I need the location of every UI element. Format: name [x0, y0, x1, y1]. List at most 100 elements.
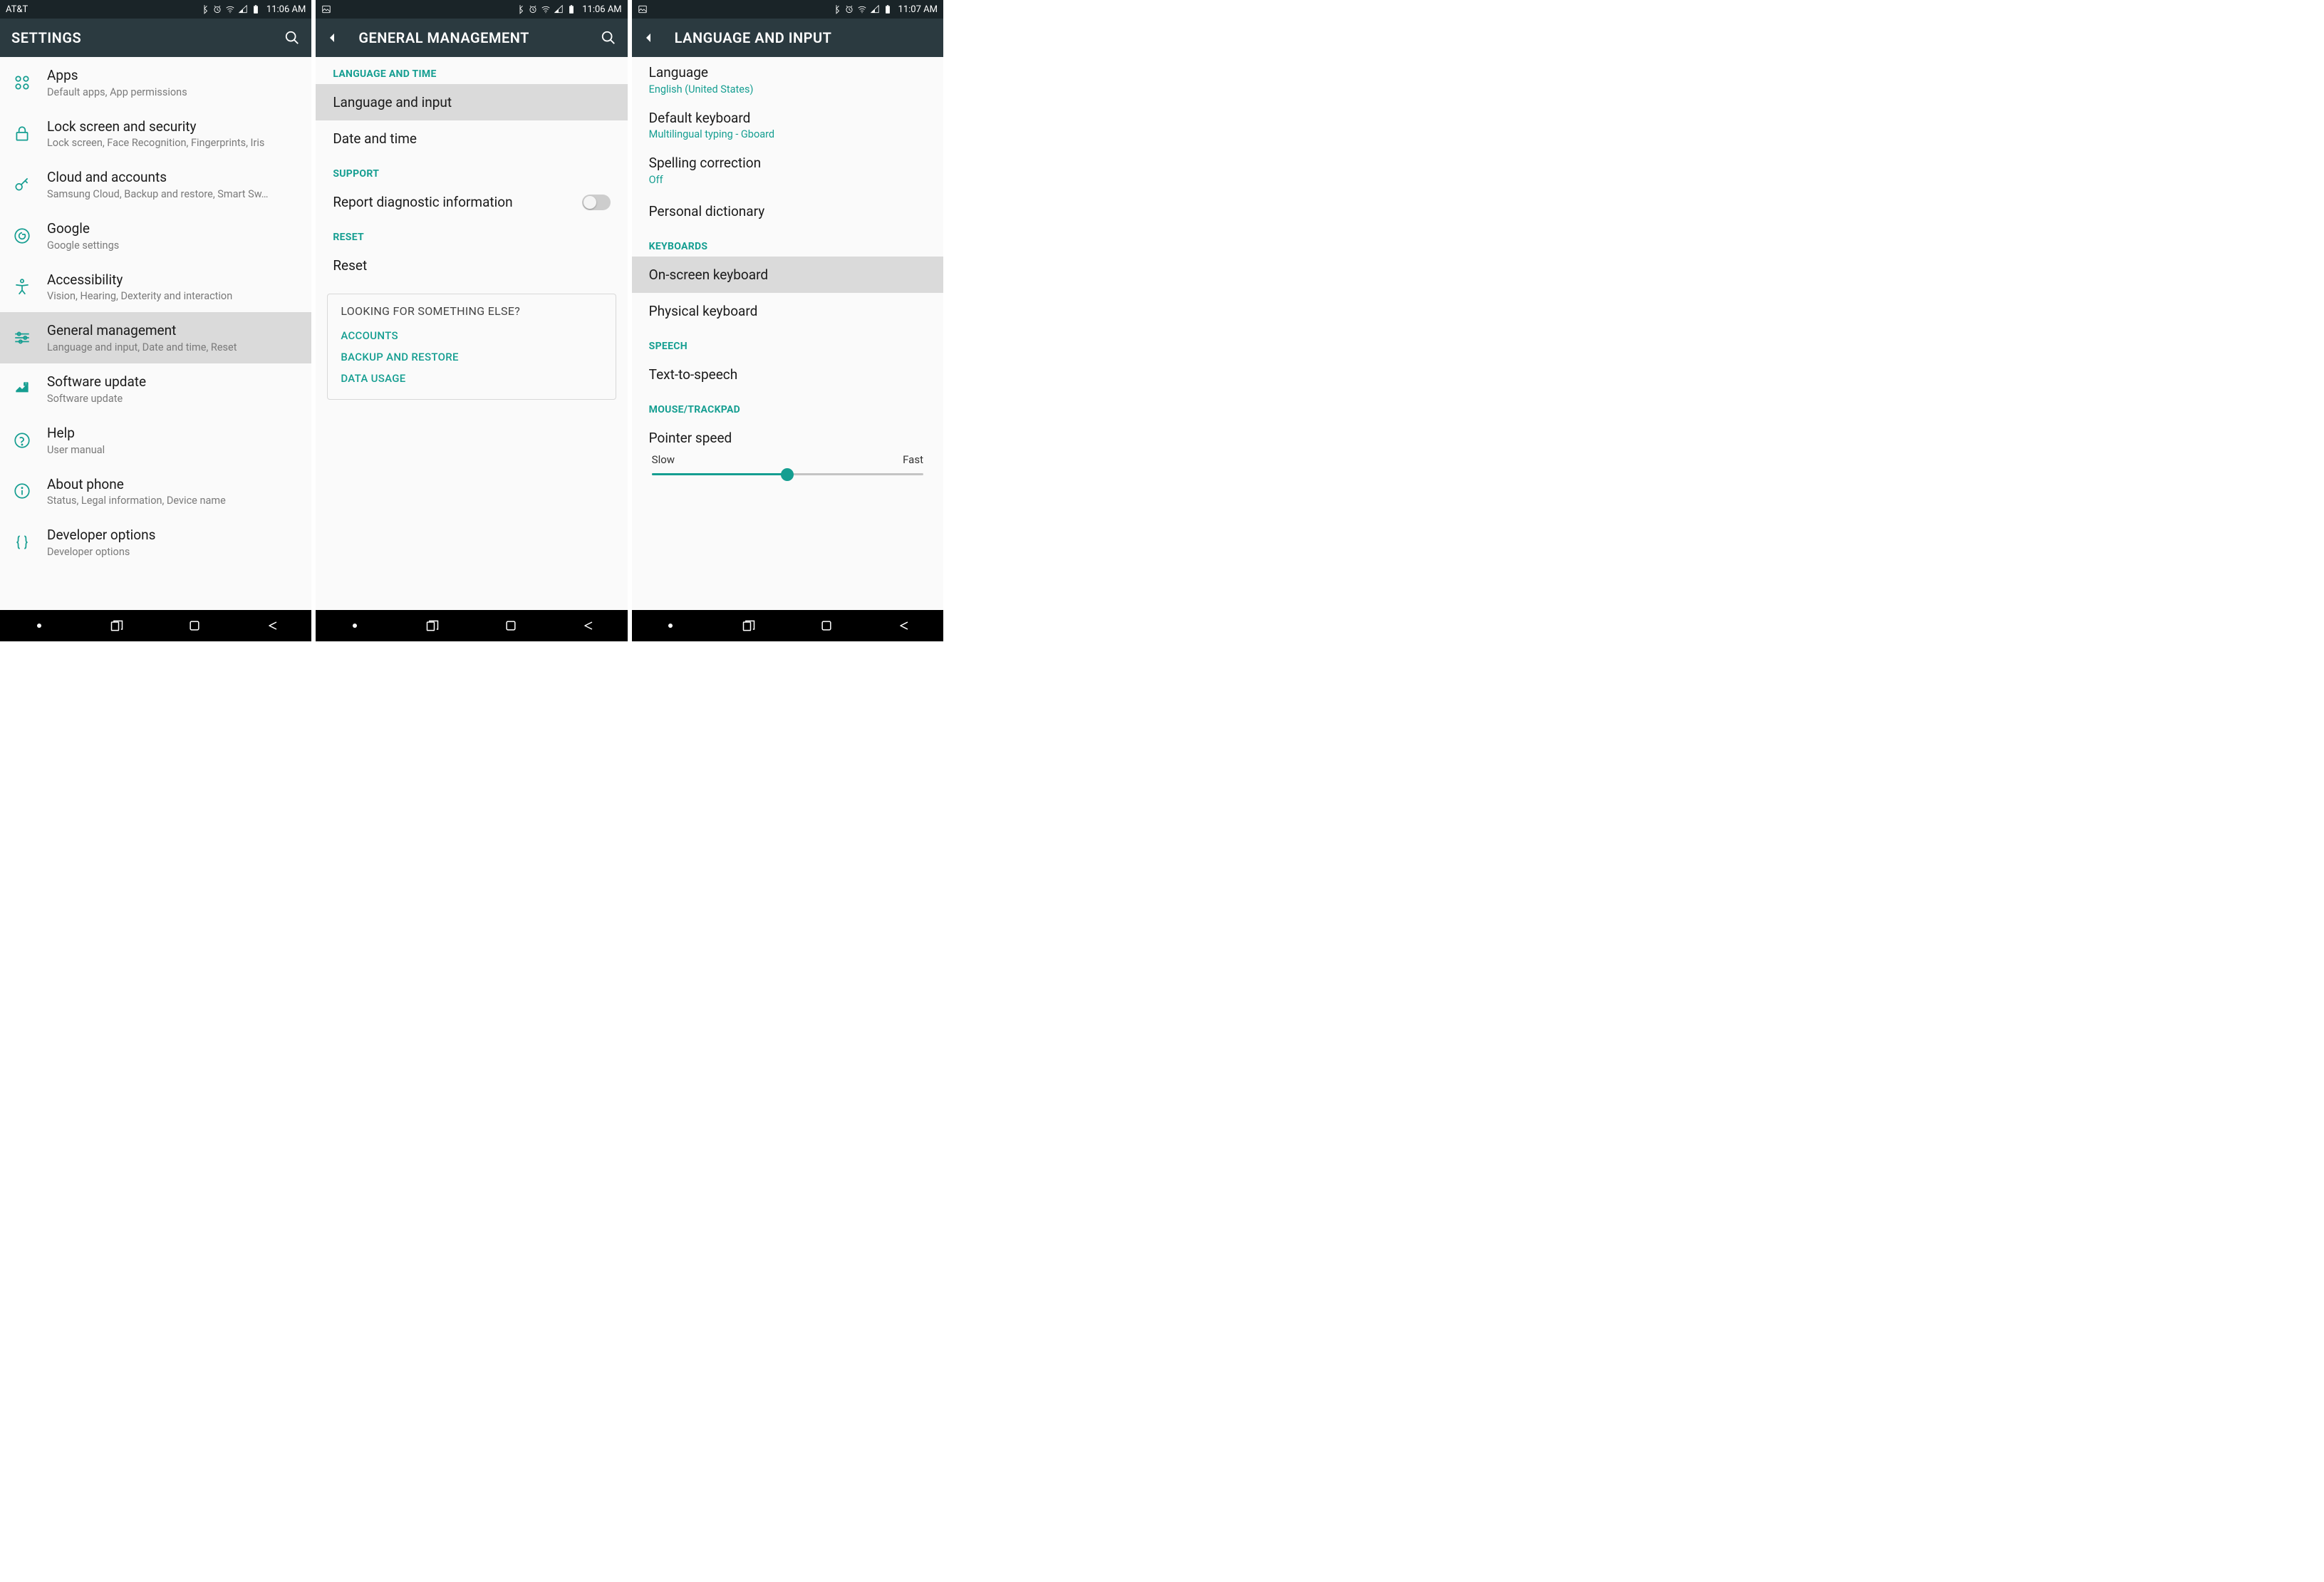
- row-text-to-speech[interactable]: Text-to-speech: [632, 356, 943, 393]
- item-title: General management: [47, 322, 299, 340]
- info-icon: [13, 482, 31, 500]
- battery-icon: [566, 4, 576, 14]
- row-pointer-speed: Pointer speed: [632, 420, 943, 449]
- nav-recents[interactable]: [78, 610, 155, 641]
- pointer-speed-slider[interactable]: [652, 473, 923, 475]
- settings-list: Apps Default apps, App permissions Lock …: [0, 57, 311, 610]
- item-subtitle: User manual: [47, 444, 299, 456]
- status-bar: 11:07 AM: [632, 0, 943, 19]
- section-language-time: LANGUAGE AND TIME: [316, 57, 627, 84]
- item-subtitle: Google settings: [47, 239, 299, 252]
- settings-item-google[interactable]: Google Google settings: [0, 210, 311, 262]
- settings-item-cloud-accounts[interactable]: Cloud and accounts Samsung Cloud, Backup…: [0, 159, 311, 210]
- settings-item-help[interactable]: Help User manual: [0, 415, 311, 466]
- carrier-label: AT&T: [6, 4, 28, 15]
- row-reset[interactable]: Reset: [316, 247, 627, 284]
- phone-language-input: 11:07 AM LANGUAGE AND INPUT Language Eng…: [632, 0, 943, 641]
- nav-menu[interactable]: [316, 610, 393, 641]
- page-title: LANGUAGE AND INPUT: [675, 29, 932, 46]
- nav-back[interactable]: [234, 610, 311, 641]
- item-title: Software update: [47, 373, 299, 391]
- alarm-icon: [212, 4, 222, 14]
- section-speech: SPEECH: [632, 329, 943, 356]
- diagnostic-toggle[interactable]: [582, 195, 611, 210]
- nav-recents[interactable]: [394, 610, 472, 641]
- sliders-icon: [13, 329, 31, 347]
- status-bar: 11:06 AM: [316, 0, 627, 19]
- nav-home[interactable]: [787, 610, 865, 641]
- link-backup-restore[interactable]: BACKUP AND RESTORE: [341, 346, 602, 368]
- accessibility-icon: [13, 278, 31, 296]
- settings-item-software-update[interactable]: ! Software update Software update: [0, 363, 311, 415]
- key-icon: [13, 175, 31, 194]
- item-title: Apps: [47, 67, 299, 85]
- item-title: Google: [47, 220, 299, 238]
- settings-item-accessibility[interactable]: Accessibility Vision, Hearing, Dexterity…: [0, 262, 311, 313]
- clock-label: 11:06 AM: [582, 4, 621, 15]
- nav-home[interactable]: [472, 610, 549, 641]
- nav-menu[interactable]: [0, 610, 78, 641]
- page-title: SETTINGS: [11, 29, 284, 46]
- looking-title: LOOKING FOR SOMETHING ELSE?: [341, 304, 602, 318]
- item-subtitle: Lock screen, Face Recognition, Fingerpri…: [47, 137, 299, 149]
- looking-for-something-else: LOOKING FOR SOMETHING ELSE? ACCOUNTS BAC…: [327, 294, 616, 400]
- general-mgmt-list: LANGUAGE AND TIME Language and input Dat…: [316, 57, 627, 610]
- nav-menu[interactable]: [632, 610, 710, 641]
- alarm-icon: [528, 4, 538, 14]
- section-support: SUPPORT: [316, 157, 627, 184]
- app-bar: GENERAL MANAGEMENT: [316, 19, 627, 57]
- update-icon: !: [13, 380, 31, 398]
- row-personal-dictionary[interactable]: Personal dictionary: [632, 193, 943, 229]
- row-spelling-correction[interactable]: Spelling correction Off: [632, 148, 943, 193]
- back-icon[interactable]: [327, 29, 344, 46]
- nav-back[interactable]: [866, 610, 943, 641]
- status-icons: 11:06 AM: [199, 4, 306, 15]
- battery-icon: [251, 4, 261, 14]
- gallery-notification-icon: [321, 4, 331, 14]
- row-date-and-time[interactable]: Date and time: [316, 120, 627, 157]
- item-subtitle: Software update: [47, 393, 299, 405]
- slider-min-label: Slow: [652, 453, 675, 466]
- page-title: GENERAL MANAGEMENT: [358, 29, 600, 46]
- nav-back[interactable]: [549, 610, 627, 641]
- slider-thumb[interactable]: [781, 468, 794, 481]
- search-icon[interactable]: [601, 30, 616, 46]
- row-language-and-input[interactable]: Language and input: [316, 84, 627, 120]
- lock-icon: [13, 125, 31, 143]
- settings-item-apps[interactable]: Apps Default apps, App permissions: [0, 57, 311, 108]
- phone-general-management: 11:06 AM GENERAL MANAGEMENT LANGUAGE AND…: [316, 0, 627, 641]
- nav-bar: [316, 610, 627, 641]
- settings-item-general-management[interactable]: General management Language and input, D…: [0, 312, 311, 363]
- item-title: Help: [47, 425, 299, 443]
- link-accounts[interactable]: ACCOUNTS: [341, 325, 602, 346]
- row-report-diagnostic[interactable]: Report diagnostic information: [316, 184, 627, 220]
- section-keyboards: KEYBOARDS: [632, 229, 943, 257]
- status-bar: AT&T 11:06 AM: [0, 0, 311, 19]
- row-onscreen-keyboard[interactable]: On-screen keyboard: [632, 257, 943, 293]
- signal-icon: [554, 4, 564, 14]
- section-mouse-trackpad: MOUSE/TRACKPAD: [632, 393, 943, 420]
- status-icons: 11:07 AM: [831, 4, 938, 15]
- nav-home[interactable]: [156, 610, 234, 641]
- row-default-keyboard[interactable]: Default keyboard Multilingual typing - G…: [632, 103, 943, 148]
- item-subtitle: Vision, Hearing, Dexterity and interacti…: [47, 290, 299, 302]
- wifi-icon: [225, 4, 235, 14]
- link-data-usage[interactable]: DATA USAGE: [341, 368, 602, 389]
- row-physical-keyboard[interactable]: Physical keyboard: [632, 293, 943, 329]
- bluetooth-icon: [515, 4, 525, 14]
- row-language[interactable]: Language English (United States): [632, 57, 943, 103]
- item-subtitle: Status, Legal information, Device name: [47, 495, 299, 507]
- nav-recents[interactable]: [710, 610, 787, 641]
- settings-item-developer-options[interactable]: Developer options Developer options: [0, 517, 311, 568]
- settings-item-lock-screen[interactable]: Lock screen and security Lock screen, Fa…: [0, 108, 311, 160]
- search-icon[interactable]: [284, 30, 300, 46]
- status-icons: 11:06 AM: [515, 4, 621, 15]
- item-subtitle: Samsung Cloud, Backup and restore, Smart…: [47, 188, 299, 200]
- settings-item-about-phone[interactable]: About phone Status, Legal information, D…: [0, 466, 311, 517]
- back-icon[interactable]: [643, 29, 660, 46]
- signal-icon: [238, 4, 248, 14]
- bluetooth-icon: [199, 4, 209, 14]
- pointer-speed-slider-container: Slow Fast: [632, 449, 943, 490]
- item-title: Lock screen and security: [47, 118, 299, 136]
- slider-max-label: Fast: [903, 453, 923, 466]
